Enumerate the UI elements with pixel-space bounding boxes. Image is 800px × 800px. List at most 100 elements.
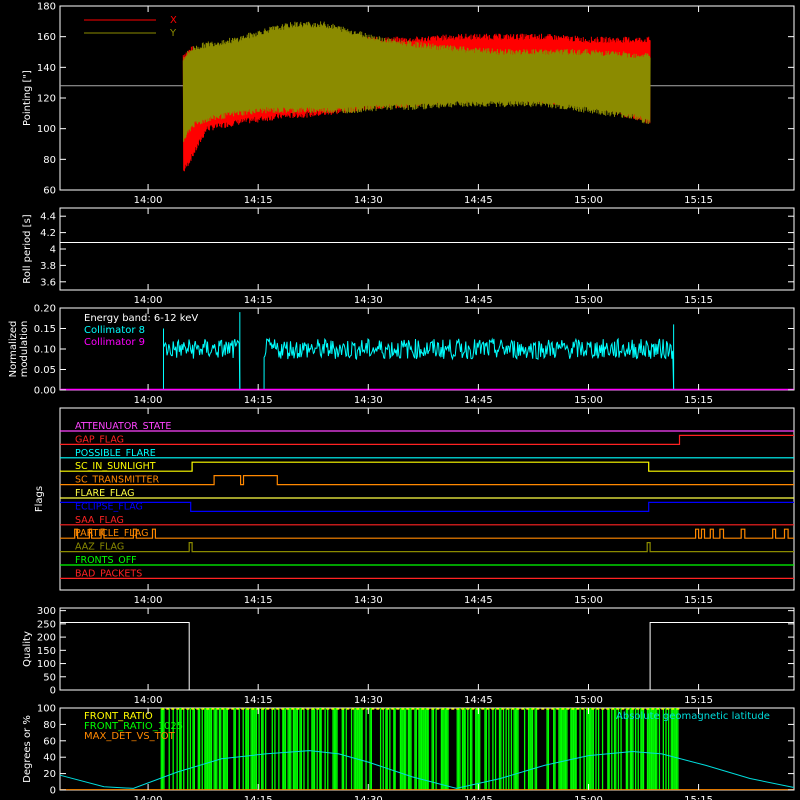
pointing-series [60, 21, 794, 172]
quality-axes [59, 607, 795, 691]
x-tick-label: 14:00 [134, 595, 163, 606]
y-tick-label: 100 [37, 659, 56, 670]
x-tick-label: 14:45 [464, 295, 493, 306]
x-tick-label: 14:15 [244, 195, 273, 206]
flag-label-sc-transmitter: SC_TRANSMITTER [75, 475, 160, 486]
y-tick-label: 0.20 [34, 304, 56, 315]
x-tick-label: 14:30 [354, 595, 383, 606]
x-tick-label: 14:45 [464, 595, 493, 606]
y-tick-label: 20 [43, 769, 56, 780]
y-tick-label: 0 [50, 786, 56, 797]
y-tick-label: 0 [50, 686, 56, 697]
collimator-8-segment [263, 337, 675, 391]
y-tick-label: 160 [37, 32, 56, 43]
x-tick-label: 14:15 [244, 295, 273, 306]
x-tick-label: 15:00 [574, 195, 603, 206]
flag-label-saa-flag: SAA_FLAG [75, 515, 124, 526]
x-tick-label: 15:00 [574, 395, 603, 406]
x-tick-label: 14:00 [134, 295, 163, 306]
pointing-legend: X Y [84, 15, 177, 39]
legend-collimator-8: Collimator 8 [84, 325, 145, 336]
x-tick-label: 14:45 [464, 195, 493, 206]
x-tick-label: 14:45 [464, 395, 493, 406]
x-tick-label: 14:15 [244, 595, 273, 606]
modulation-ylabel-line1: Normalized [8, 321, 19, 378]
flag-line-sc-transmitter [60, 475, 794, 486]
collimator-8-segment [162, 338, 241, 391]
energy-band-label: Energy band: 6-12 keV [84, 313, 198, 324]
quality-series [60, 622, 794, 691]
roll-period-panel: Roll period [s] 14:00 14:15 14:30 14:45 15:0… [22, 207, 795, 306]
ratio-ylabel: Degrees or % [22, 715, 33, 783]
flag-label-bad-packets: BAD_PACKETS [75, 568, 142, 579]
legend-collimator-9: Collimator 9 [84, 337, 145, 348]
y-tick-label: 0.10 [34, 345, 56, 356]
quality-ylabel: Quality [22, 631, 33, 667]
y-tick-label: 4.4 [40, 212, 56, 223]
y-tick-label: 0.05 [34, 365, 56, 376]
flag-label-eclipse-flag: ECLIPSE_FLAG [75, 501, 143, 512]
x-tick-label: 15:15 [684, 695, 713, 706]
x-tick-label: 14:15 [244, 695, 273, 706]
flag-line-particle-flag [60, 528, 794, 539]
x-tick-label: 14:00 [134, 195, 163, 206]
modulation-ylabel-line2: modulation [19, 321, 30, 378]
flags-ylabel: Flags [34, 486, 45, 512]
x-tick-label: 15:15 [684, 795, 713, 800]
x-tick-label: 15:00 [574, 695, 603, 706]
y-tick-label: 50 [43, 672, 56, 683]
x-tick-label: 14:45 [464, 695, 493, 706]
flag-line-eclipse-flag [60, 501, 794, 512]
x-tick-label: 14:30 [354, 795, 383, 800]
x-tick-label: 14:15 [244, 395, 273, 406]
flag-label-attenuator-state: ATTENUATOR_STATE [75, 421, 171, 432]
pointing-panel: Pointing ["] X Y 14:00 14:15 14:30 14:45 15:… [22, 2, 795, 206]
y-tick-label: 140 [37, 63, 56, 74]
x-tick-label: 14:30 [354, 695, 383, 706]
flag-label-possible-flare: POSSIBLE_FLARE [75, 448, 156, 459]
flag-label-aaz-flag: AAZ_FLAG [75, 542, 124, 553]
x-tick-label: 14:15 [244, 795, 273, 800]
x-tick-label: 15:15 [684, 595, 713, 606]
y-tick-label: 80 [43, 720, 56, 731]
flags-panel: ATTENUATOR_STATE GAP_FLAG POSSIBLE_FLARE SC… [34, 407, 795, 606]
y-tick-label: 60 [43, 186, 56, 197]
x-tick-label: 14:30 [354, 395, 383, 406]
legend-y-label: Y [169, 28, 177, 39]
y-tick-label: 200 [37, 633, 56, 644]
flag-line-sc-in-sunlight [60, 461, 794, 472]
x-tick-label: 15:15 [684, 195, 713, 206]
flag-line-aaz-flag [60, 542, 794, 553]
y-tick-label: 250 [37, 619, 56, 630]
flag-line-gap-flag [60, 434, 794, 445]
y-tick-label: 3.8 [40, 261, 56, 272]
y-tick-label: 100 [37, 704, 56, 715]
x-tick-label: 14:45 [464, 795, 493, 800]
flag-label-sc-in-sunlight: SC_IN_SUNLIGHT [75, 461, 156, 472]
legend-max-det: MAX_DET_VS_TOT [84, 731, 176, 742]
flag-label-flare-flag: FLARE_FLAG [75, 488, 135, 499]
y-tick-label: 40 [43, 753, 56, 764]
x-tick-label: 14:00 [134, 795, 163, 800]
roll-period-axes [59, 207, 795, 291]
legend-x-label: X [170, 15, 177, 26]
x-tick-label: 14:30 [354, 195, 383, 206]
legend-geomag-latitude: Absolute geomagnetic latitude [616, 711, 770, 722]
y-tick-label: 150 [37, 646, 56, 657]
y-tick-label: 0.15 [34, 324, 56, 335]
y-tick-label: 80 [43, 155, 56, 166]
quality-panel: Quality 14:00 14:15 14:30 14:45 15:00 15:15 0 5… [22, 606, 795, 706]
flags-series: ATTENUATOR_STATE GAP_FLAG POSSIBLE_FLARE SC… [60, 421, 794, 579]
ratio-panel: Degrees or % FRONT_RATIO FRONT_RATIO_102… [22, 704, 795, 800]
y-tick-label: 3.6 [40, 277, 56, 288]
flag-label-particle-flag: PARTICLE_FLAG [75, 528, 148, 539]
y-tick-label: 0.00 [34, 386, 56, 397]
flag-label-fronts-off: FRONTS_OFF [75, 555, 137, 566]
quality-line [60, 622, 794, 691]
x-tick-label: 15:00 [574, 295, 603, 306]
y-tick-label: 120 [37, 94, 56, 105]
y-tick-label: 180 [37, 2, 56, 13]
y-tick-label: 300 [37, 606, 56, 617]
modulation-legend: Energy band: 6-12 keV Collimator 8 Colli… [84, 313, 198, 348]
x-tick-label: 14:30 [354, 295, 383, 306]
